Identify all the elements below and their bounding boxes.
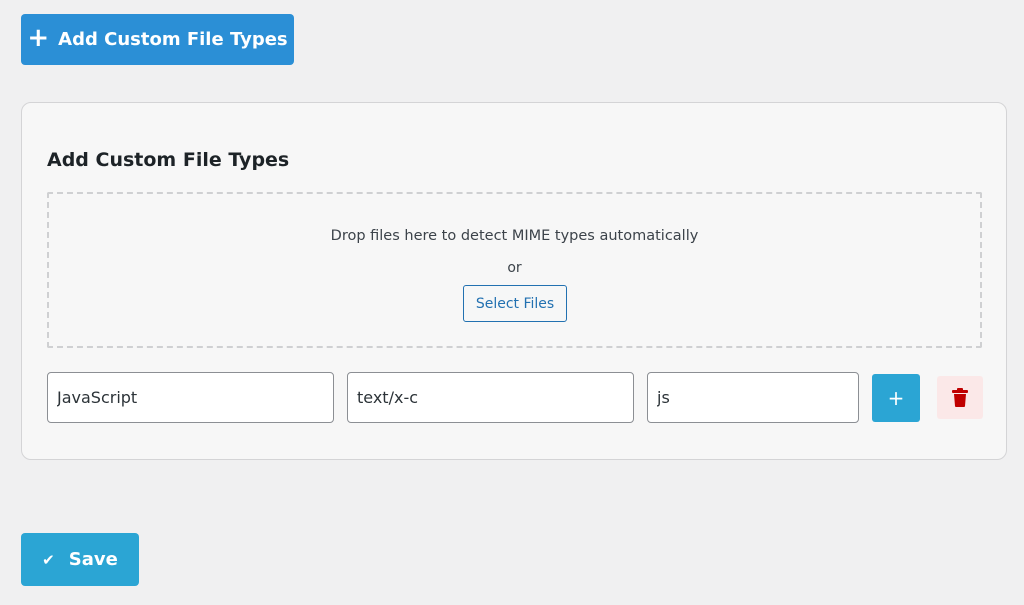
file-extension-input[interactable] [647, 372, 859, 423]
custom-file-types-panel: Add Custom File Types Drop files here to… [21, 102, 1007, 460]
plus-icon: + [27, 23, 50, 53]
select-files-button[interactable]: Select Files [463, 285, 567, 322]
add-row-button[interactable]: + [872, 374, 920, 422]
panel-title: Add Custom File Types [47, 149, 290, 171]
add-custom-file-types-button[interactable]: + Add Custom File Types [21, 14, 294, 65]
file-dropzone[interactable]: Drop files here to detect MIME types aut… [47, 192, 982, 348]
save-label: Save [68, 549, 118, 570]
add-custom-file-types-label: Add Custom File Types [58, 29, 288, 50]
delete-row-button[interactable] [937, 376, 983, 419]
dropzone-or: or [507, 260, 522, 276]
check-icon: ✔ [42, 550, 55, 569]
mime-type-input[interactable] [347, 372, 634, 423]
file-type-name-input[interactable] [47, 372, 334, 423]
trash-icon [952, 388, 968, 407]
dropzone-instructions: Drop files here to detect MIME types aut… [330, 228, 699, 244]
save-button[interactable]: ✔ Save [21, 533, 139, 586]
